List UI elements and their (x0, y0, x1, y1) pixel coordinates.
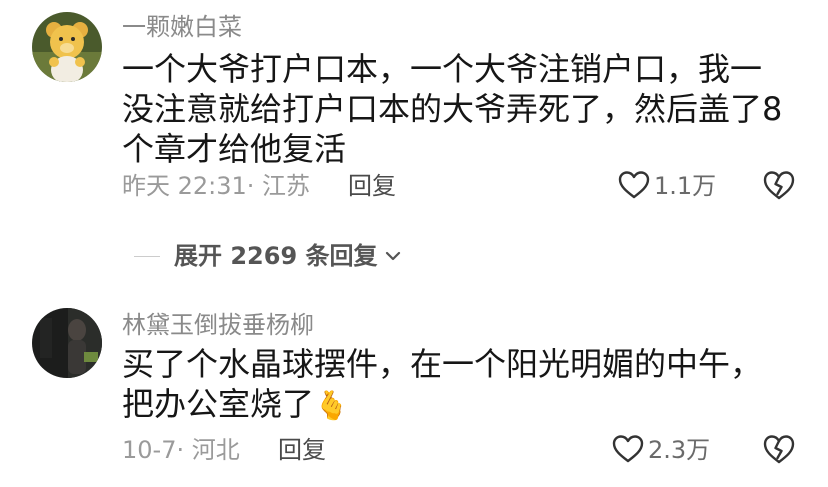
comment-meta: 昨天 22:31· 江苏 回复 1.1万 (122, 169, 812, 203)
comment-item: 林黛玉倒拔垂杨柳 买了个水晶球摆件，在一个阳光明媚的中午，把办公室烧了🫰 10-… (0, 300, 828, 487)
comment-text: 买了个水晶球摆件，在一个阳光明媚的中午，把办公室烧了🫰 (122, 344, 792, 426)
user-avatar[interactable] (32, 12, 102, 82)
user-avatar[interactable] (32, 308, 102, 378)
teddy-bear-avatar-icon (32, 12, 102, 82)
heart-icon (618, 171, 650, 199)
expand-replies-label: 展开 2269 条回复 (174, 242, 378, 270)
comment-meta: 10-7· 河北 回复 2.3万 (122, 433, 812, 467)
finger-heart-emoji: 🫰 (314, 389, 349, 422)
chevron-down-icon (385, 251, 401, 261)
broken-heart-icon (763, 171, 795, 200)
comment-text: 一个大爷打户口本，一个大爷注销户口，我一没注意就给打户口本的大爷弄死了，然后盖了… (122, 50, 783, 168)
expand-replies-button[interactable]: 展开 2269 条回复 (134, 238, 454, 274)
comment-timestamp-location: 昨天 22:31· 江苏 (122, 172, 311, 200)
like-count: 2.3万 (648, 436, 711, 464)
reply-button[interactable]: 回复 (348, 169, 396, 203)
comment-username[interactable]: 林黛玉倒拔垂杨柳 (122, 310, 314, 340)
heart-icon (612, 435, 644, 463)
comment-text-content: 买了个水晶球摆件，在一个阳光明媚的中午，把办公室烧了 (122, 345, 763, 423)
comment-username[interactable]: 一颗嫩白菜 (122, 12, 242, 42)
comment-item: 一颗嫩白菜 一个大爷打户口本，一个大爷注销户口，我一没注意就给打户口本的大爷弄死… (0, 0, 828, 230)
reply-button[interactable]: 回复 (278, 433, 326, 467)
like-count: 1.1万 (654, 172, 717, 200)
dark-photo-avatar-icon (32, 308, 102, 378)
like-button[interactable]: 1.1万 (618, 169, 728, 203)
like-button[interactable]: 2.3万 (612, 433, 722, 467)
dislike-button[interactable] (762, 169, 796, 203)
dislike-button[interactable] (762, 433, 796, 467)
broken-heart-icon (763, 435, 795, 464)
expand-divider (134, 256, 160, 257)
comment-timestamp-location: 10-7· 河北 (122, 436, 240, 464)
